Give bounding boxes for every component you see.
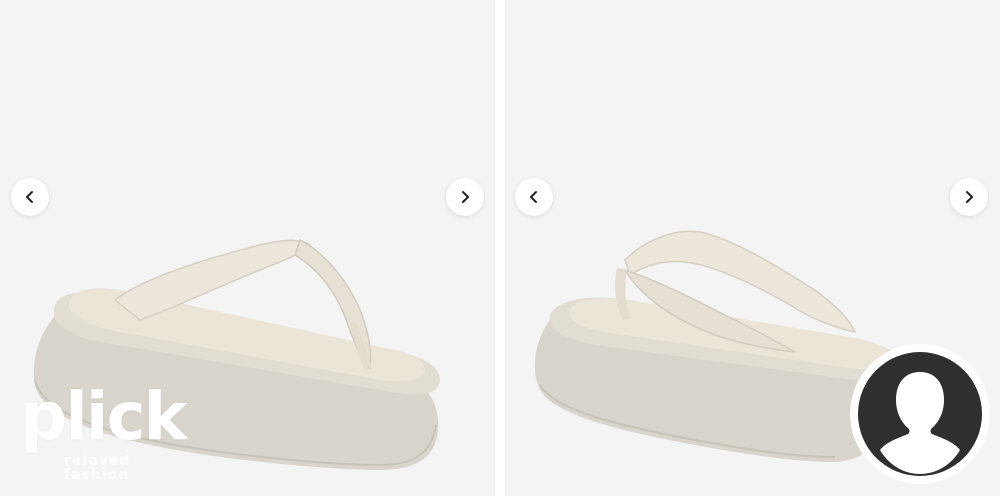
product-gallery: plick reloved fashion <box>0 0 1000 496</box>
logo-tagline: reloved fashion <box>64 453 131 483</box>
next-image-button[interactable] <box>446 178 484 216</box>
prev-image-button[interactable] <box>515 178 553 216</box>
logo-wordmark: plick <box>20 378 188 455</box>
seller-avatar[interactable] <box>850 344 990 484</box>
chevron-left-icon <box>26 191 33 203</box>
chevron-right-icon <box>462 191 469 203</box>
plick-logo: plick reloved fashion <box>20 384 195 483</box>
chevron-left-icon <box>530 191 537 203</box>
chevron-right-icon <box>966 191 973 203</box>
prev-image-button[interactable] <box>11 178 49 216</box>
next-image-button[interactable] <box>950 178 988 216</box>
user-silhouette-icon <box>858 352 982 476</box>
